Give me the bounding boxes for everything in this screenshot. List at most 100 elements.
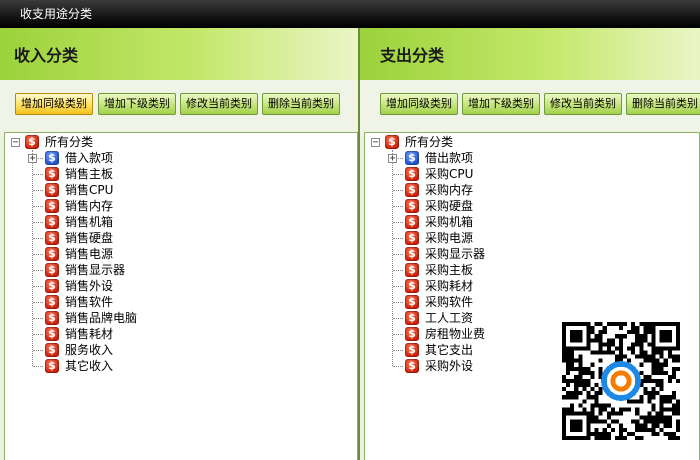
expense-delete-button[interactable]: 删除当前类别	[626, 93, 700, 115]
tree-item-label: 销售品牌电脑	[65, 311, 138, 325]
dollar-category-icon: $	[25, 135, 39, 149]
tree-branch-line	[33, 190, 43, 191]
tree-item-label: 其它支出	[425, 343, 474, 357]
expense-toolbar: 增加同级类别 增加下级类别 修改当前类别 删除当前类别	[360, 80, 700, 132]
tree-item-label: 采购显示器	[425, 247, 486, 261]
dollar-category-icon: $	[405, 263, 419, 277]
dollar-category-icon: $	[405, 167, 419, 181]
expand-toggle-icon[interactable]: +	[388, 154, 397, 164]
tree-root-label: 所有分类	[405, 135, 454, 149]
dollar-category-icon: $	[45, 279, 59, 293]
tree-item-label: 销售硬盘	[65, 231, 114, 245]
window-title: 收支用途分类	[20, 7, 93, 21]
tree-item-label: 采购硬盘	[425, 199, 474, 213]
dollar-category-icon: $	[405, 359, 419, 373]
window-title-bar: 收支用途分类	[0, 0, 700, 28]
dollar-category-icon: $	[45, 327, 59, 341]
tree-item-label: 销售显示器	[65, 263, 126, 277]
income-panel: 收入分类 增加同级类别 增加下级类别 修改当前类别 删除当前类别 − $ 所有分类 +…	[0, 28, 358, 460]
income-header: 收入分类	[0, 28, 358, 81]
dollar-category-icon: $	[405, 327, 419, 341]
dollar-category-icon: $	[45, 231, 59, 245]
income-add-sibling-button[interactable]: 增加同级类别	[15, 93, 93, 115]
tree-branch-line	[33, 334, 43, 335]
dollar-category-icon: $	[405, 343, 419, 357]
tree-item-label: 采购CPU	[425, 167, 474, 181]
dollar-category-icon: $	[45, 167, 59, 181]
tree-branch-line	[33, 286, 43, 287]
tree-branch-line	[33, 206, 43, 207]
income-add-child-button[interactable]: 增加下级类别	[98, 93, 176, 115]
tree-branch-line	[393, 366, 403, 367]
dollar-category-icon: $	[405, 295, 419, 309]
tree-item-label: 借出款项	[425, 151, 474, 165]
collapse-toggle-icon[interactable]: −	[11, 138, 20, 148]
dollar-category-icon: $	[45, 343, 59, 357]
dollar-category-icon: $	[405, 199, 419, 213]
tree-branch-line	[33, 366, 43, 367]
tree-item-label: 工人工资	[425, 311, 474, 325]
tree-branch-line	[393, 302, 403, 303]
dollar-category-icon: $	[405, 279, 419, 293]
dollar-category-icon: $	[405, 183, 419, 197]
tree-item-label: 采购软件	[425, 295, 474, 309]
tree-branch-line	[393, 206, 403, 207]
dollar-folder-icon: $	[45, 151, 59, 165]
dollar-category-icon: $	[45, 359, 59, 373]
dollar-category-icon: $	[405, 311, 419, 325]
income-delete-button[interactable]: 删除当前类别	[262, 93, 340, 115]
tree-branch-line	[393, 350, 403, 351]
tree-item-label: 销售内存	[65, 199, 114, 213]
tree-item-label: 采购电源	[425, 231, 474, 245]
qr-code-image	[562, 322, 680, 440]
tree-item-label: 销售耗材	[65, 327, 114, 341]
tree-branch-line	[393, 190, 403, 191]
tree-item-label: 房租物业费	[425, 327, 486, 341]
tree-item-label: 采购内存	[425, 183, 474, 197]
tree-branch-line	[33, 270, 43, 271]
tree-item-label: 借入款项	[65, 151, 114, 165]
expense-add-child-button[interactable]: 增加下级类别	[462, 93, 540, 115]
collapse-toggle-icon[interactable]: −	[371, 138, 380, 148]
dollar-folder-icon: $	[405, 151, 419, 165]
tree-branch-line	[393, 254, 403, 255]
tree-item-label: 采购主板	[425, 263, 474, 277]
dollar-category-icon: $	[405, 231, 419, 245]
tree-item-label: 服务收入	[65, 343, 114, 357]
income-edit-button[interactable]: 修改当前类别	[180, 93, 258, 115]
tree-branch-line	[393, 318, 403, 319]
tree-branch-line	[393, 270, 403, 271]
expense-header: 支出分类	[360, 28, 700, 81]
dollar-category-icon: $	[45, 263, 59, 277]
tree-branch-line	[33, 254, 43, 255]
expense-title: 支出分类	[380, 46, 445, 65]
tree-item-label: 销售主板	[65, 167, 114, 181]
tree-branch-line	[33, 174, 43, 175]
dollar-category-icon: $	[45, 183, 59, 197]
tree-item-label: 销售机箱	[65, 215, 114, 229]
expense-edit-button[interactable]: 修改当前类别	[544, 93, 622, 115]
tree-item-label: 销售软件	[65, 295, 114, 309]
tree-item-label: 销售CPU	[65, 183, 114, 197]
dollar-category-icon: $	[385, 135, 399, 149]
tree-item-label: 销售电源	[65, 247, 114, 261]
expand-toggle-icon[interactable]: +	[28, 154, 37, 164]
tree-item-label: 其它收入	[65, 359, 114, 373]
tree-branch-line	[33, 238, 43, 239]
tree-item-label: 采购外设	[425, 359, 474, 373]
expense-add-sibling-button[interactable]: 增加同级类别	[380, 93, 458, 115]
income-tree: − $ 所有分类 + $ 借入款项 $ 销售主板 $ 销售CPU $ 销售内存 $ 销售机箱 $ 销售硬盘 $ 销…	[4, 132, 358, 460]
tree-branch-line	[393, 238, 403, 239]
dollar-category-icon: $	[45, 311, 59, 325]
tree-branch-line	[393, 286, 403, 287]
dollar-category-icon: $	[45, 295, 59, 309]
tree-item-label: 采购机箱	[425, 215, 474, 229]
income-title: 收入分类	[14, 46, 79, 65]
tree-item-label: 采购耗材	[425, 279, 474, 293]
tree-branch-line	[33, 350, 43, 351]
tree-branch-line	[393, 174, 403, 175]
tree-branch-line	[393, 222, 403, 223]
dollar-category-icon: $	[45, 199, 59, 213]
tree-item-label: 销售外设	[65, 279, 114, 293]
dollar-category-icon: $	[45, 215, 59, 229]
